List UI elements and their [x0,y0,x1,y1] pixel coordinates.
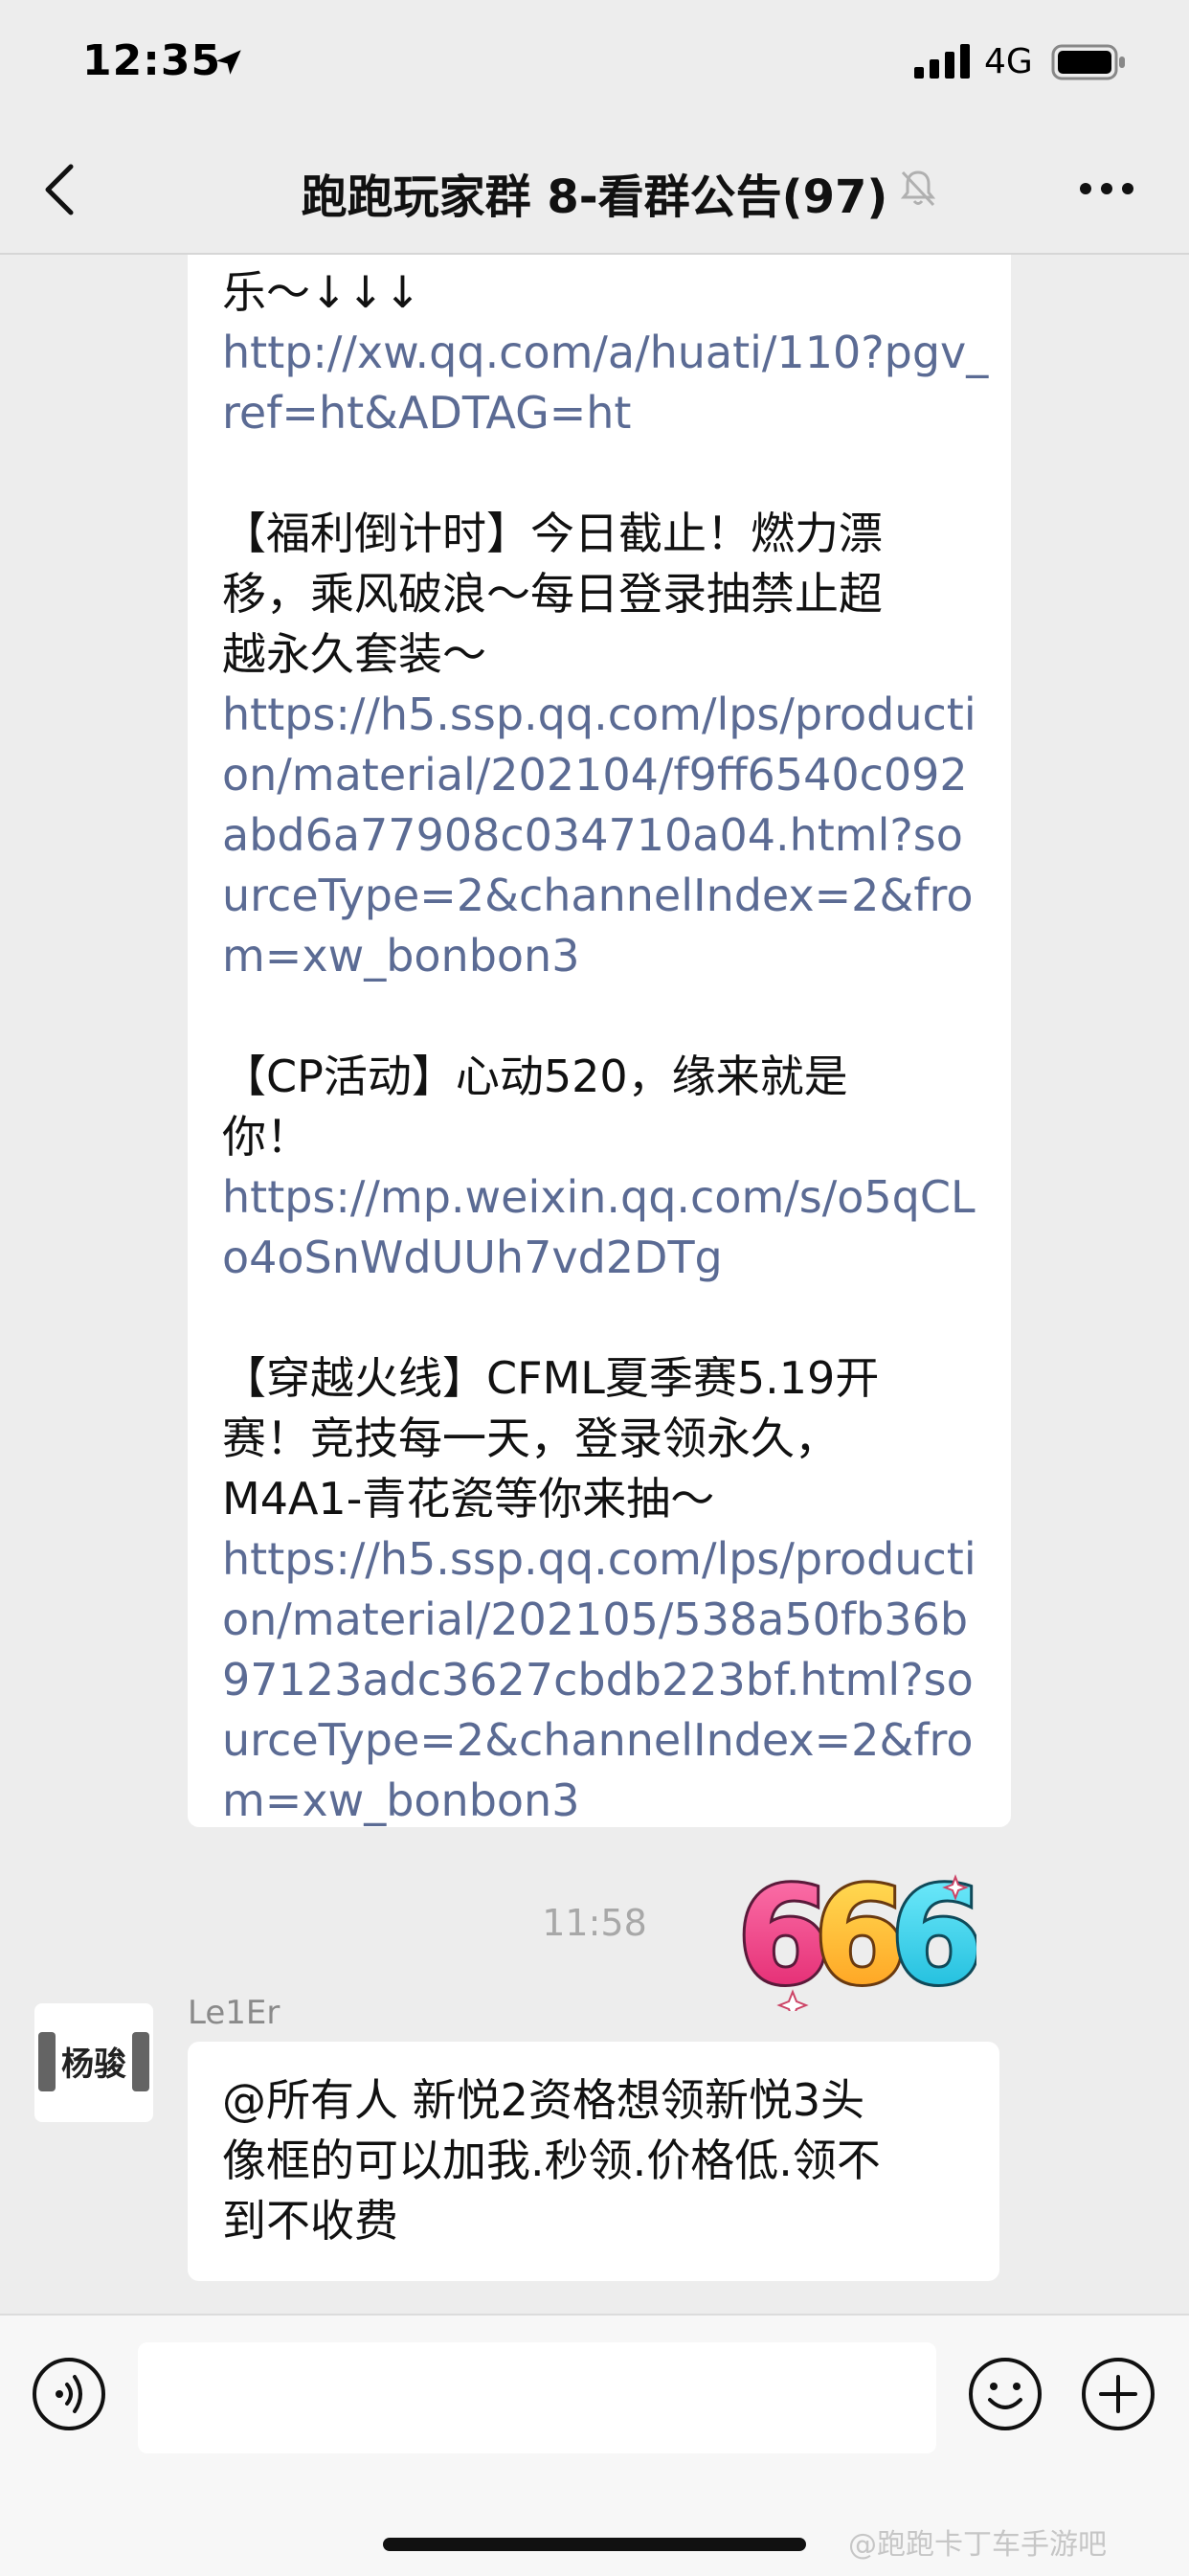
avatar-text: 杨骏 [61,2045,126,2084]
status-time: 12:35 [82,36,222,85]
message-line: @所有人 新悦2资格想领新悦3头 [222,2074,865,2126]
watermark: @跑跑卡丁车手游吧 [848,2528,1107,2562]
message-link[interactable]: urceType=2&channelIndex=2&fro [222,1710,988,1771]
avatar[interactable]: 杨骏 [34,2003,153,2122]
chat-area[interactable]: 乐～↓↓↓ http://xw.qq.com/a/huati/110?pgv_ re… [0,255,1189,2314]
input-bar: @跑跑卡丁车手游吧 [0,2314,1189,2576]
message-line: 越永久套装～ [222,628,486,680]
message-link[interactable]: https://h5.ssp.qq.com/lps/producti [222,1529,988,1590]
sticker-digit: 6 [890,1859,976,2011]
message-bubble[interactable]: @所有人 新悦2资格想领新悦3头 像框的可以加我.秒领.价格低.领不 到不收费 [188,2042,999,2281]
message-line: 你！ [222,1111,310,1163]
announcement-bubble[interactable]: 乐～↓↓↓ http://xw.qq.com/a/huati/110?pgv_ re… [188,255,1011,1827]
sticker-666[interactable]: 6 6 6 [728,1848,976,2011]
announcement-text: 乐～↓↓↓ http://xw.qq.com/a/huati/110?pgv_ re… [222,262,988,1831]
message-link[interactable]: m=xw_bonbon3 [222,926,988,986]
message-link[interactable]: on/material/202104/f9ff6540c092 [222,745,988,805]
nav-bar: 跑跑玩家群 8-看群公告(97) [0,124,1189,255]
message-link[interactable]: o4oSnWdUUh7vd2DTg [222,1228,988,1288]
message-line: 乐～↓↓↓ [222,266,421,318]
mute-bell-icon [900,170,936,207]
status-bar: 12:35 4G [0,0,1189,124]
message-link[interactable]: 97123adc3627cbdb223bf.html?so [222,1650,988,1710]
emoji-icon[interactable] [967,2356,1043,2432]
message-line: 【穿越火线】CFML夏季赛5.19开 [222,1352,880,1404]
message-line: 到不收费 [222,2195,398,2247]
message-link[interactable]: urceType=2&channelIndex=2&fro [222,866,988,926]
message-line: M4A1-青花瓷等你来抽～ [222,1473,715,1525]
home-indicator [383,2538,806,2551]
message-link[interactable]: ref=ht&ADTAG=ht [222,383,988,443]
message-line: 赛！竞技每一天，登录领永久， [222,1412,839,1464]
message-text: @所有人 新悦2资格想领新悦3头 像框的可以加我.秒领.价格低.领不 到不收费 [222,2070,988,2251]
message-link[interactable]: on/material/202105/538a50fb36b [222,1590,988,1650]
location-arrow-icon [216,50,241,75]
message-line: 像框的可以加我.秒领.价格低.领不 [222,2135,881,2186]
message-input[interactable] [138,2342,936,2453]
message-link[interactable]: https://h5.ssp.qq.com/lps/producti [222,685,988,745]
message-timestamp: 11:58 [542,1902,647,1944]
message-line: 【CP活动】心动520，缘来就是 [222,1051,848,1102]
sender-name: Le1Er [188,1994,280,2032]
signal-icon [914,44,970,79]
chat-title: 跑跑玩家群 8-看群公告(97) [301,170,888,224]
more-icon[interactable] [1078,180,1135,197]
network-label: 4G [984,42,1033,81]
battery-icon [1051,44,1125,80]
message-line: 【福利倒计时】今日截止！燃力漂 [222,508,883,559]
plus-icon[interactable] [1080,2356,1156,2432]
voice-icon[interactable] [31,2356,107,2432]
message-link[interactable]: abd6a77908c034710a04.html?so [222,805,988,866]
message-line: 移，乘风破浪～每日登录抽禁止超 [222,568,883,620]
message-link[interactable]: m=xw_bonbon3 [222,1771,988,1831]
message-link[interactable]: https://mp.weixin.qq.com/s/o5qCL [222,1167,988,1228]
message-link[interactable]: http://xw.qq.com/a/huati/110?pgv_ [222,323,988,383]
